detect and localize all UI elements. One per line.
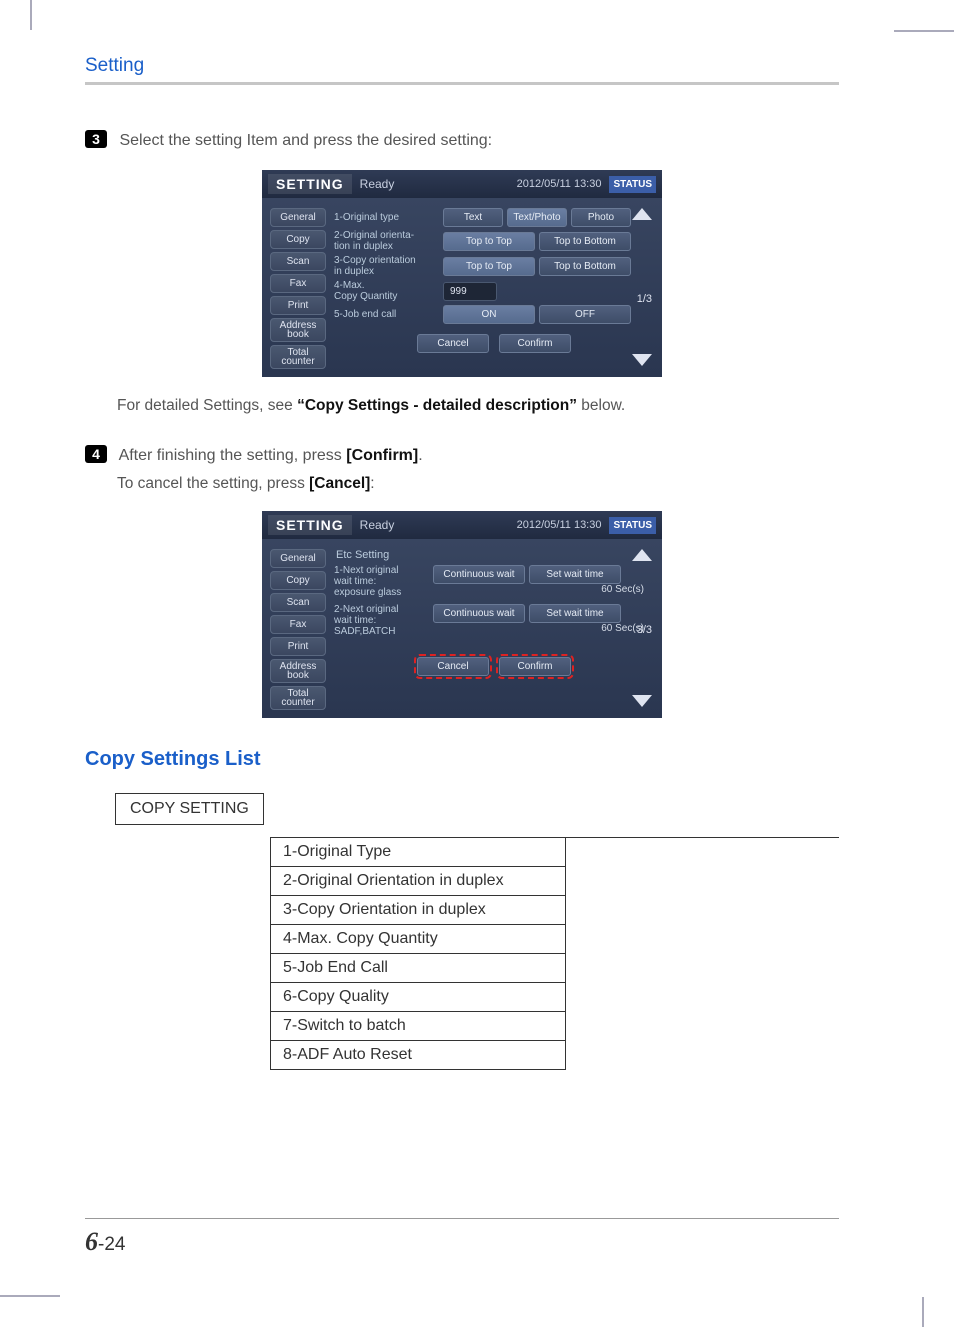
opt-textphoto[interactable]: Text/Photo [507, 208, 567, 227]
step-badge: 4 [85, 445, 107, 463]
cancel-button[interactable]: Cancel [417, 334, 489, 353]
datetime: 2012/05/11 13:30 [517, 519, 602, 531]
row-label: 1-Next original wait time: exposure glas… [334, 565, 429, 598]
status-text: Ready [360, 177, 395, 191]
page-down-icon[interactable] [632, 354, 652, 366]
list-item: 5-Job End Call [270, 954, 566, 983]
opt-continuous[interactable]: Continuous wait [433, 604, 525, 623]
panel-title: SETTING [268, 515, 352, 535]
tree-root: COPY SETTING [115, 793, 264, 825]
page-indicator: 1/3 [637, 293, 652, 305]
step-3: 3 Select the setting Item and press the … [85, 130, 839, 150]
row-label: 4-Max. Copy Quantity [334, 280, 439, 302]
tab-totalcounter[interactable]: Total counter [270, 686, 326, 710]
section-title: Setting [85, 55, 839, 77]
divider [85, 82, 839, 85]
row-label: 5-Job end call [334, 309, 439, 320]
tab-copy[interactable]: Copy [270, 571, 326, 590]
step-4-sub: To cancel the setting, press [Cancel]: [117, 475, 839, 493]
tab-print[interactable]: Print [270, 296, 326, 315]
confirm-button[interactable]: Confirm [499, 334, 571, 353]
screenshot-copy-settings: SETTING Ready 2012/05/11 13:30 STATUS Ge… [262, 170, 662, 377]
step-badge: 3 [85, 130, 107, 148]
list-item: 4-Max. Copy Quantity [270, 925, 566, 954]
opt-continuous[interactable]: Continuous wait [433, 565, 525, 584]
list-item: 1-Original Type [270, 838, 566, 867]
tab-general[interactable]: General [270, 208, 326, 227]
list-item: 8-ADF Auto Reset [270, 1041, 566, 1070]
opt-text[interactable]: Text [443, 208, 503, 227]
tab-totalcounter[interactable]: Total counter [270, 345, 326, 369]
tab-addressbook[interactable]: Address book [270, 659, 326, 683]
opt-toptobottom[interactable]: Top to Bottom [539, 257, 631, 276]
tab-scan[interactable]: Scan [270, 252, 326, 271]
opt-toptotop[interactable]: Top to Top [443, 232, 535, 251]
tab-scan[interactable]: Scan [270, 593, 326, 612]
list-item: 3-Copy Orientation in duplex [270, 896, 566, 925]
page-number: 6-24 [85, 1227, 125, 1257]
opt-setwait[interactable]: Set wait time [529, 604, 621, 623]
datetime: 2012/05/11 13:30 [517, 178, 602, 190]
list-item: 2-Original Orientation in duplex [270, 867, 566, 896]
page-up-icon[interactable] [632, 208, 652, 220]
opt-photo[interactable]: Photo [571, 208, 631, 227]
page-up-icon[interactable] [632, 549, 652, 561]
step-text: Select the setting Item and press the de… [119, 132, 492, 149]
list-item: 6-Copy Quality [270, 983, 566, 1012]
side-tabs: General Copy Scan Fax Print Address book… [270, 549, 326, 710]
detail-note: For detailed Settings, see “Copy Setting… [117, 397, 839, 415]
page-indicator: 3/3 [637, 624, 652, 636]
opt-toptobottom[interactable]: Top to Bottom [539, 232, 631, 251]
footer-rule [85, 1218, 839, 1219]
status-button[interactable]: STATUS [609, 176, 656, 193]
tab-fax[interactable]: Fax [270, 274, 326, 293]
copy-settings-list-heading: Copy Settings List [85, 748, 839, 771]
wait-value: 60 Sec(s) [433, 584, 654, 595]
screenshot-etc-setting: SETTING Ready 2012/05/11 13:30 STATUS Ge… [262, 511, 662, 718]
row-label: 3-Copy orientation in duplex [334, 255, 439, 277]
cancel-button[interactable]: Cancel [417, 657, 489, 676]
tab-addressbook[interactable]: Address book [270, 318, 326, 342]
row-label: 2-Original orienta- tion in duplex [334, 230, 439, 252]
tab-fax[interactable]: Fax [270, 615, 326, 634]
tab-copy[interactable]: Copy [270, 230, 326, 249]
opt-toptotop[interactable]: Top to Top [443, 257, 535, 276]
row-label: 2-Next original wait time: SADF,BATCH [334, 604, 429, 637]
row-label: 1-Original type [334, 212, 439, 223]
opt-setwait[interactable]: Set wait time [529, 565, 621, 584]
status-text: Ready [360, 518, 395, 532]
confirm-button[interactable]: Confirm [499, 657, 571, 676]
settings-tree: 1-Original Type 2-Original Orientation i… [270, 837, 839, 1070]
list-item: 7-Switch to batch [270, 1012, 566, 1041]
opt-on[interactable]: ON [443, 305, 535, 324]
panel-title: SETTING [268, 174, 352, 194]
opt-off[interactable]: OFF [539, 305, 631, 324]
max-qty-value[interactable]: 999 [443, 282, 497, 301]
page-down-icon[interactable] [632, 695, 652, 707]
tab-general[interactable]: General [270, 549, 326, 568]
side-tabs: General Copy Scan Fax Print Address book… [270, 208, 326, 369]
wait-value: 60 Sec(s) [433, 623, 654, 634]
tab-print[interactable]: Print [270, 637, 326, 656]
step-4: 4 After finishing the setting, press [Co… [85, 445, 839, 465]
etc-header: Etc Setting [336, 549, 654, 561]
status-button[interactable]: STATUS [609, 517, 656, 534]
